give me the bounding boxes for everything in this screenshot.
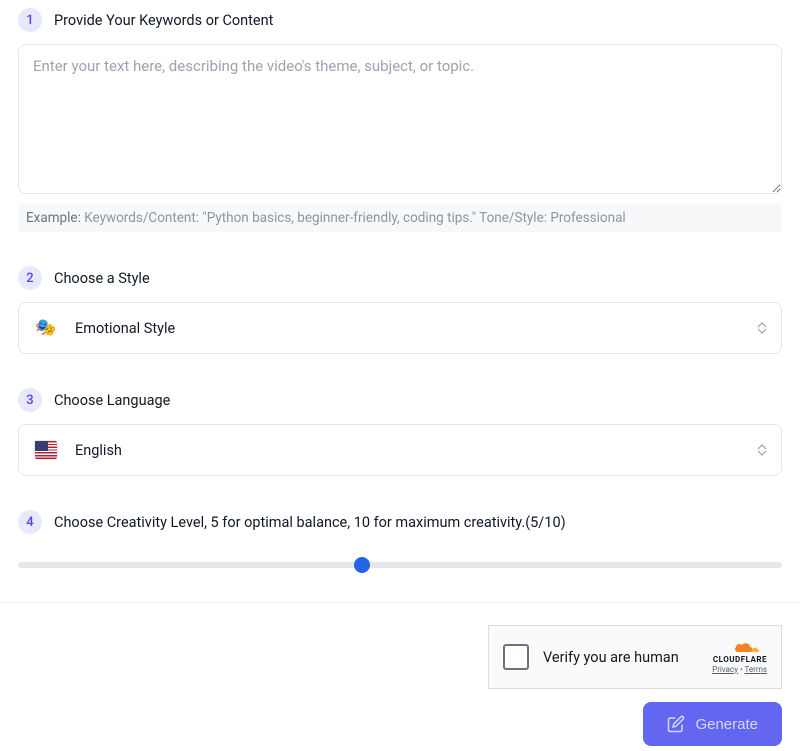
step-4-title: Choose Creativity Level, 5 for optimal b…	[54, 514, 566, 531]
step-1-header: 1 Provide Your Keywords or Content	[18, 8, 782, 32]
example-bar: Example: Keywords/Content: "Python basic…	[18, 204, 782, 232]
language-select[interactable]: English	[18, 424, 782, 476]
keywords-input[interactable]	[18, 44, 782, 194]
style-select-value: Emotional Style	[75, 320, 765, 337]
step-4-header: 4 Choose Creativity Level, 5 for optimal…	[18, 510, 782, 534]
chevron-sort-icon	[757, 322, 767, 334]
captcha-brand-name: CLOUDFLARE	[713, 656, 767, 664]
step-3-header: 3 Choose Language	[18, 388, 782, 412]
step-3-title: Choose Language	[54, 392, 170, 409]
flag-us-icon	[35, 439, 57, 461]
divider	[0, 602, 800, 603]
step-2-badge: 2	[18, 266, 42, 290]
captcha-terms-link[interactable]: Terms	[745, 665, 767, 674]
slider-track	[18, 562, 782, 568]
step-3-badge: 3	[18, 388, 42, 412]
captcha-brand: CLOUDFLARE Privacy • Terms	[712, 641, 767, 674]
language-select-value: English	[75, 442, 765, 459]
cloudflare-logo-icon	[733, 641, 767, 655]
generate-button[interactable]: Generate	[643, 702, 782, 746]
step-2-title: Choose a Style	[54, 270, 150, 287]
step-1-badge: 1	[18, 8, 42, 32]
edit-icon	[667, 715, 685, 733]
creativity-slider[interactable]	[18, 556, 782, 574]
step-4-badge: 4	[18, 510, 42, 534]
step-1-title: Provide Your Keywords or Content	[54, 12, 273, 29]
captcha-text: Verify you are human	[543, 649, 698, 666]
style-select[interactable]: 🎭 Emotional Style	[18, 302, 782, 354]
theater-masks-icon: 🎭	[35, 317, 57, 339]
captcha-links[interactable]: Privacy • Terms	[712, 665, 767, 674]
chevron-sort-icon	[757, 444, 767, 456]
example-text: Keywords/Content: "Python basics, beginn…	[84, 210, 626, 226]
slider-thumb[interactable]	[354, 557, 370, 573]
generate-button-label: Generate	[695, 716, 758, 733]
captcha-widget: Verify you are human CLOUDFLARE Privacy …	[488, 625, 782, 689]
step-2-header: 2 Choose a Style	[18, 266, 782, 290]
example-label: Example:	[26, 210, 84, 226]
captcha-privacy-link[interactable]: Privacy	[712, 665, 738, 674]
captcha-checkbox[interactable]	[503, 644, 529, 670]
